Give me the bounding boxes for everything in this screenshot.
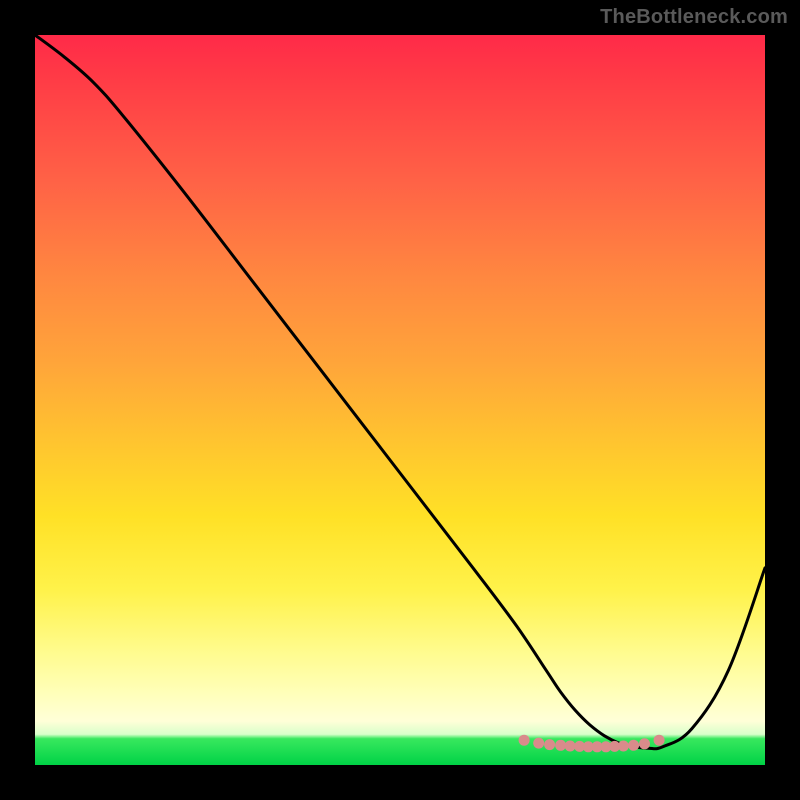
marker-dot xyxy=(555,740,566,751)
marker-dot xyxy=(628,740,639,751)
bottleneck-curve xyxy=(35,35,765,749)
chart-svg xyxy=(35,35,765,765)
marker-dot xyxy=(533,738,544,749)
marker-dot xyxy=(654,735,665,746)
marker-dot xyxy=(519,735,530,746)
marker-dot xyxy=(618,741,629,752)
marker-dot xyxy=(565,741,576,752)
marker-dot xyxy=(639,738,650,749)
attribution-text: TheBottleneck.com xyxy=(600,6,788,29)
chart-frame: TheBottleneck.com xyxy=(0,0,800,800)
bottom-markers xyxy=(519,735,665,753)
marker-dot xyxy=(544,739,555,750)
plot-area xyxy=(35,35,765,765)
